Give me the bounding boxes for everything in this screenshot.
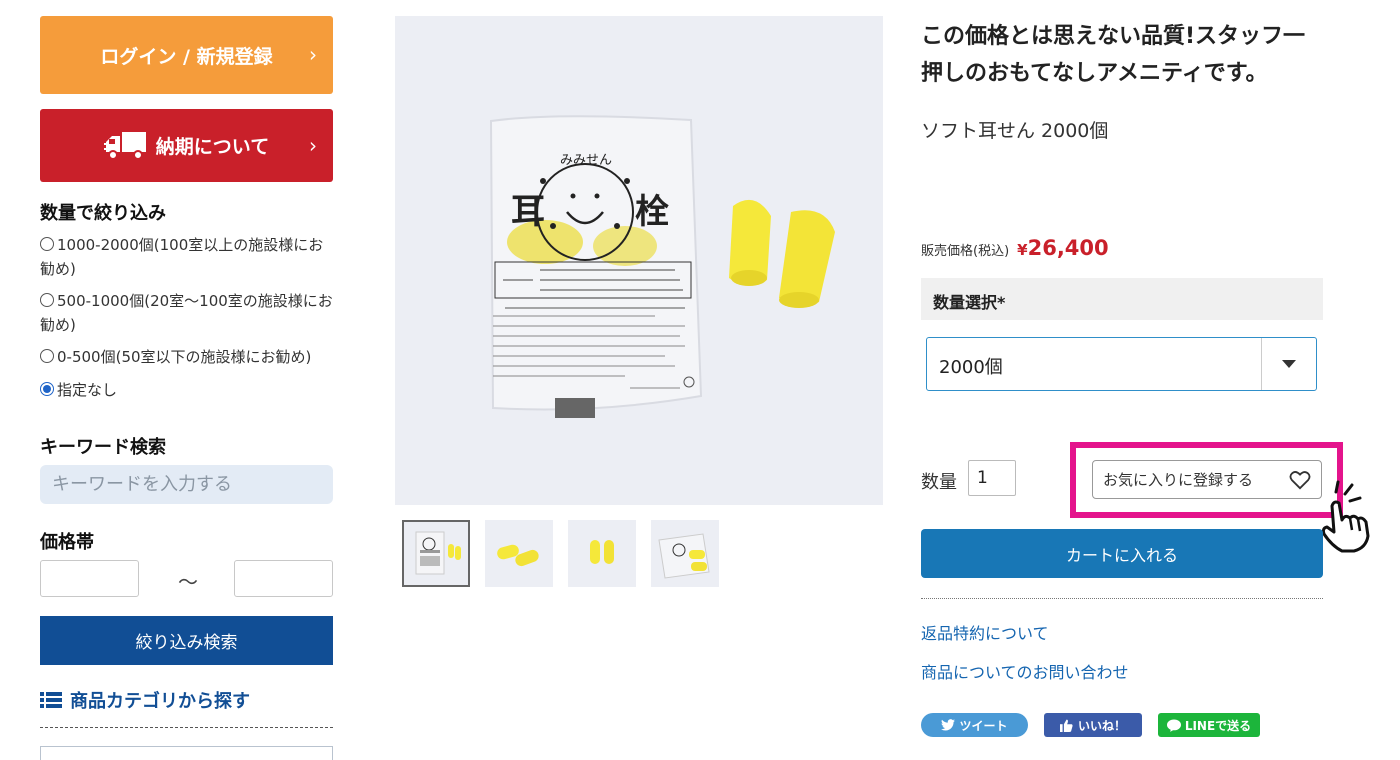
chevron-right-icon: › xyxy=(309,133,317,158)
divider xyxy=(921,598,1323,599)
like-button[interactable]: いいね！ xyxy=(1044,713,1142,737)
product-inquiry-link[interactable]: 商品についてのお問い合わせ xyxy=(921,659,1129,683)
radio-button[interactable] xyxy=(40,237,54,251)
price-range-title: 価格帯 xyxy=(40,532,94,553)
quantity-option-0-500[interactable]: 0-500個(50室以下の施設様にお勧め) xyxy=(40,345,333,369)
price-label: 販売価格(税込) xyxy=(921,244,1010,259)
delivery-info-label: 納期について xyxy=(155,136,270,158)
hand-pointer-icon xyxy=(1321,480,1370,553)
add-to-favorites-button[interactable]: お気に入りに登録する xyxy=(1092,460,1322,499)
add-to-favorites-label: お気に入りに登録する xyxy=(1103,471,1254,489)
filter-search-button[interactable]: 絞り込み検索 xyxy=(40,616,333,665)
quantity-option-500-1000[interactable]: 500-1000個(20室〜100室の施設様にお勧め) xyxy=(40,289,333,337)
chevron-right-icon: › xyxy=(309,42,317,67)
price-max-input[interactable] xyxy=(234,560,333,597)
truck-icon xyxy=(103,130,148,162)
delivery-info-button[interactable]: 納期について › xyxy=(40,109,333,182)
selected-option: 2000個 xyxy=(939,357,1003,378)
divider xyxy=(40,727,333,728)
keyword-search-input[interactable] xyxy=(40,465,333,504)
chevron-down-icon xyxy=(1282,360,1296,368)
product-main-image[interactable]: みみせん 耳 栓 xyxy=(395,16,883,505)
package-title-left: 耳 xyxy=(511,192,545,232)
quantity-option-select[interactable]: 2000個 xyxy=(926,337,1317,391)
package-brand-text: みみせん xyxy=(560,153,613,168)
quantity-option-label: 1000-2000個(100室以上の施設様にお勧め) xyxy=(40,236,324,278)
keyword-search-title: キーワード検索 xyxy=(40,437,166,458)
quantity-option-label: 500-1000個(20室〜100室の施設様にお勧め) xyxy=(40,292,333,334)
login-register-button[interactable]: ログイン / 新規登録 › xyxy=(40,16,333,94)
thumbnail-4[interactable] xyxy=(651,520,719,587)
radio-button-selected[interactable] xyxy=(40,382,54,396)
thumbnail-image xyxy=(590,540,614,564)
thumbnail-image xyxy=(658,533,710,579)
quantity-option-none[interactable]: 指定なし xyxy=(40,378,333,402)
thumbnail-2[interactable] xyxy=(485,520,553,587)
thumbnail-1[interactable] xyxy=(402,520,470,587)
price-row: 販売価格(税込) ¥ 26,400 xyxy=(921,236,1109,260)
category-browse-link[interactable]: 商品カテゴリから探す xyxy=(40,687,250,713)
quantity-filter-title: 数量で絞り込み xyxy=(40,203,166,224)
quantity-input[interactable] xyxy=(968,460,1016,496)
quantity-option-1000-2000[interactable]: 1000-2000個(100室以上の施設様にお勧め) xyxy=(40,233,333,281)
radio-button[interactable] xyxy=(40,293,54,307)
quantity-option-label: 指定なし xyxy=(57,381,118,399)
price-range-separator: 〜 xyxy=(178,570,198,594)
line-share-button[interactable]: LINEで送る xyxy=(1158,713,1260,737)
like-label: いいね！ xyxy=(1077,718,1126,733)
add-to-cart-button[interactable]: カートに入れる xyxy=(921,529,1323,578)
login-register-label: ログイン / 新規登録 xyxy=(100,45,273,68)
package-title-right: 栓 xyxy=(635,192,669,232)
return-policy-link[interactable]: 返品特約について xyxy=(921,620,1049,644)
tweet-label: ツイート xyxy=(959,718,1008,733)
category-list-box xyxy=(40,746,333,760)
earplug-package-illustration xyxy=(489,115,835,418)
line-share-label: LINEで送る xyxy=(1184,718,1252,733)
option-select-title: 数量選択* xyxy=(921,278,1323,320)
tweet-button[interactable]: ツイート xyxy=(921,713,1028,737)
quantity-label: 数量 xyxy=(921,472,957,493)
category-browse-label: 商品カテゴリから探す xyxy=(70,691,250,712)
select-divider xyxy=(1261,338,1262,390)
price-min-input[interactable] xyxy=(40,560,139,597)
product-name: ソフト耳せん 2000個 xyxy=(921,120,1109,142)
quantity-option-label: 0-500個(50室以下の施設様にお勧め) xyxy=(57,348,312,366)
price-value: 26,400 xyxy=(1027,236,1109,260)
radio-button[interactable] xyxy=(40,349,54,363)
thumbnail-image xyxy=(415,531,461,575)
thumbnail-3[interactable] xyxy=(568,520,636,587)
thumbnail-image xyxy=(497,544,539,567)
product-headline: この価格とは思えない品質!スタッフ一押しのおもてなしアメニティです。 xyxy=(921,24,1306,86)
twitter-icon xyxy=(941,719,956,731)
list-icon xyxy=(40,691,62,709)
price-currency: ¥ xyxy=(1017,241,1028,259)
line-icon xyxy=(1166,718,1181,732)
heart-icon xyxy=(1289,471,1311,490)
like-icon xyxy=(1059,719,1073,732)
